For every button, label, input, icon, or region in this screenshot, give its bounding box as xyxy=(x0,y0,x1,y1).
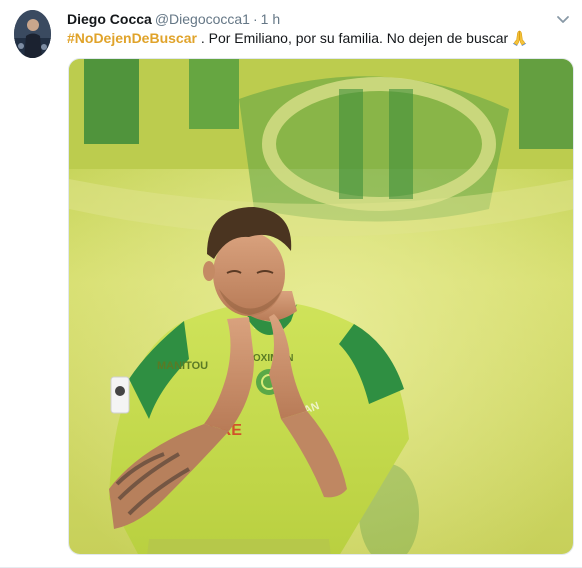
hashtag-link[interactable]: #NoDejenDeBuscar xyxy=(67,30,197,46)
tweet-body: . Por Emiliano, por su familia. No dejen… xyxy=(196,30,509,46)
player-photo: MANITOU PROXIMON SAN ERE xyxy=(69,59,573,554)
tweet-photo[interactable]: MANITOU PROXIMON SAN ERE xyxy=(68,58,574,555)
separator-dot: · xyxy=(252,11,258,27)
chevron-down-icon[interactable] xyxy=(555,13,571,25)
tweet-text: #NoDejenDeBuscar . Por Emiliano, por su … xyxy=(67,29,528,50)
sponsor-left: MANITOU xyxy=(157,360,208,372)
avatar-image xyxy=(14,10,51,58)
display-name[interactable]: Diego Cocca xyxy=(67,11,152,27)
username-handle[interactable]: @Diegococca1 xyxy=(155,11,250,27)
tweet-header: Diego Cocca @Diegococca1 · 1 h xyxy=(67,9,280,29)
avatar[interactable] xyxy=(14,10,51,58)
tweet: Diego Cocca @Diegococca1 · 1 h #NoDejenDeBu… xyxy=(0,0,582,568)
timestamp[interactable]: 1 h xyxy=(261,11,280,27)
folded-hands-icon xyxy=(511,29,528,50)
